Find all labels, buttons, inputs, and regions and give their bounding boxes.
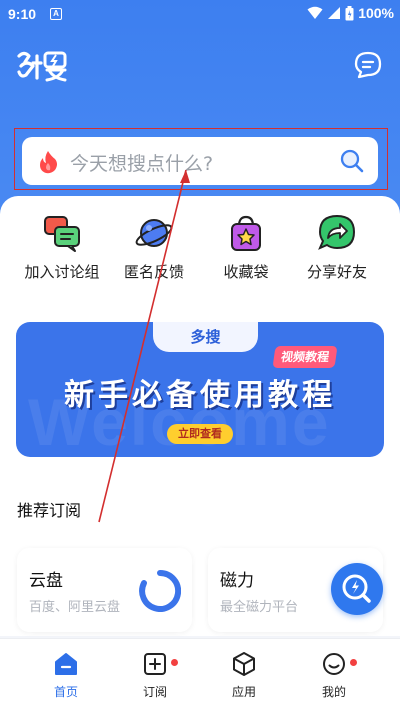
card-title: 云盘	[29, 571, 63, 591]
banner-logo: 多搜	[190, 328, 221, 346]
banner-badge: 视频教程	[272, 346, 338, 368]
status-time: 9:10	[8, 6, 37, 22]
message-icon[interactable]	[354, 51, 382, 79]
planet-icon	[135, 219, 173, 247]
banner-view-button[interactable]: 立即查看	[167, 424, 233, 444]
app-logo	[17, 51, 67, 82]
card-desc: 最全磁力平台	[220, 600, 299, 615]
card-title: 磁力	[220, 571, 254, 591]
quick-action-favorites[interactable]: 收藏袋	[196, 213, 296, 282]
nav-label: 订阅	[142, 685, 167, 699]
shopping-bag-icon	[231, 215, 261, 251]
subscribe-icon	[144, 653, 166, 675]
search-bolt-icon	[342, 574, 371, 603]
quick-action-join-group[interactable]: 加入讨论组	[12, 213, 112, 282]
quick-action-share[interactable]: 分享好友	[287, 213, 387, 282]
nav-label: 首页	[53, 685, 78, 699]
section-title: 推荐订阅	[17, 501, 82, 520]
floating-search-button[interactable]	[331, 563, 383, 615]
cloud-drive-icon	[139, 570, 181, 612]
card-desc: 百度、阿里云盘	[29, 600, 121, 615]
quick-action-label: 加入讨论组	[24, 263, 100, 281]
status-icons: 100%	[307, 5, 394, 21]
status-bar: 9:10 A 100%	[0, 0, 400, 28]
signal-icon	[328, 7, 341, 19]
nav-label: 应用	[231, 685, 256, 699]
quick-action-label: 分享好友	[306, 263, 367, 281]
nav-subscribe[interactable]: 订阅	[125, 651, 185, 700]
wifi-icon	[307, 6, 323, 19]
nav-home[interactable]: 首页	[36, 651, 96, 700]
battery-icon	[345, 5, 354, 20]
quick-action-label: 收藏袋	[223, 263, 269, 281]
quick-action-label: 匿名反馈	[123, 263, 184, 281]
battery-percent: 100%	[358, 5, 394, 21]
bottom-navigation: 首页 订阅 应用 我的	[0, 638, 400, 710]
banner-logo-tab: 多搜	[153, 322, 258, 352]
subscription-card-cloud[interactable]: 云盘 百度、阿里云盘	[17, 548, 192, 632]
banner-title: 新手必备使用教程	[64, 378, 336, 413]
quick-action-anon-feedback[interactable]: 匿名反馈	[104, 213, 204, 282]
nav-label: 我的	[321, 685, 346, 699]
cube-icon	[233, 652, 255, 676]
tutorial-banner[interactable]: Welcome 多搜 视频教程 新手必备使用教程 立即查看	[16, 322, 384, 457]
nav-profile[interactable]: 我的	[304, 651, 364, 700]
nav-apps[interactable]: 应用	[214, 651, 274, 700]
notification-dot	[350, 659, 357, 666]
search-highlight-box	[14, 128, 388, 190]
share-icon	[318, 214, 356, 250]
notification-icon: A	[50, 8, 62, 20]
home-icon	[55, 653, 77, 675]
notification-dot	[171, 659, 178, 666]
chat-bubbles-icon	[44, 216, 80, 252]
smiley-profile-icon	[323, 653, 345, 675]
